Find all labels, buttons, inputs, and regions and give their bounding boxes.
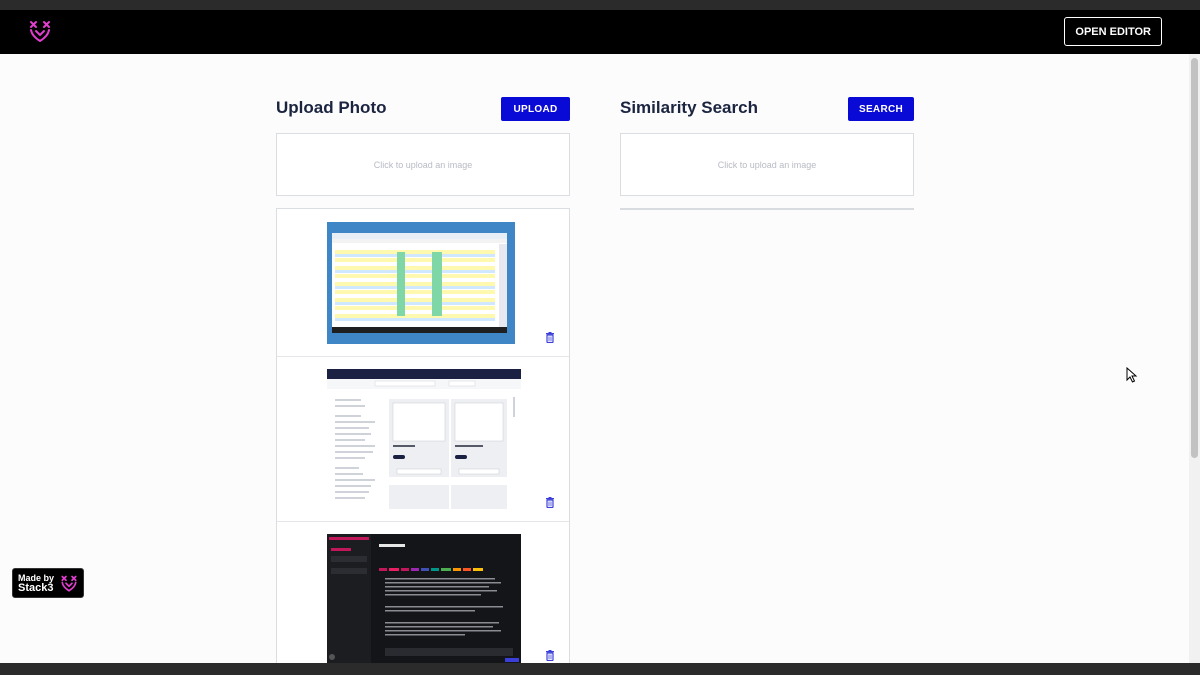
search-dropzone-text: Click to upload an image [717,159,817,170]
image-list-item [277,209,569,357]
search-results-divider [620,208,914,210]
search-button[interactable]: SEARCH [848,97,914,121]
made-by-stack3-badge[interactable]: Made by Stack3 [12,568,84,598]
trash-icon[interactable] [545,497,555,508]
open-editor-button[interactable]: OPEN EDITOR [1064,17,1162,46]
page-scrollbar[interactable] [1189,54,1200,663]
mouse-cursor-icon [1126,367,1138,383]
scrollbar-thumb[interactable] [1191,58,1198,458]
image-list-item [277,357,569,522]
stack3-logo-icon[interactable] [28,20,52,44]
spreadsheet-thumbnail[interactable] [327,222,515,344]
upload-dropzone-text: Click to upload an image [373,159,473,170]
uploaded-images-list [276,208,570,675]
upload-dropzone[interactable]: Click to upload an image [276,133,570,196]
product-catalog-thumbnail[interactable] [327,369,521,509]
upload-photo-title: Upload Photo [276,98,387,117]
navbar: OPEN EDITOR [0,10,1200,54]
image-list-item [277,522,569,675]
trash-icon[interactable] [545,650,555,661]
upload-button[interactable]: UPLOAD [501,97,570,121]
trash-icon[interactable] [545,332,555,343]
window-bottom-strip [0,663,1200,675]
window-top-strip [0,0,1200,10]
similarity-search-title: Similarity Search [620,98,758,117]
stack3-badge-logo-icon [61,575,77,592]
dark-chat-thumbnail[interactable] [327,534,521,664]
search-dropzone[interactable]: Click to upload an image [620,133,914,196]
main-content: Upload Photo UPLOAD Click to upload an i… [0,54,1189,663]
badge-line-2: Stack3 [18,582,54,594]
